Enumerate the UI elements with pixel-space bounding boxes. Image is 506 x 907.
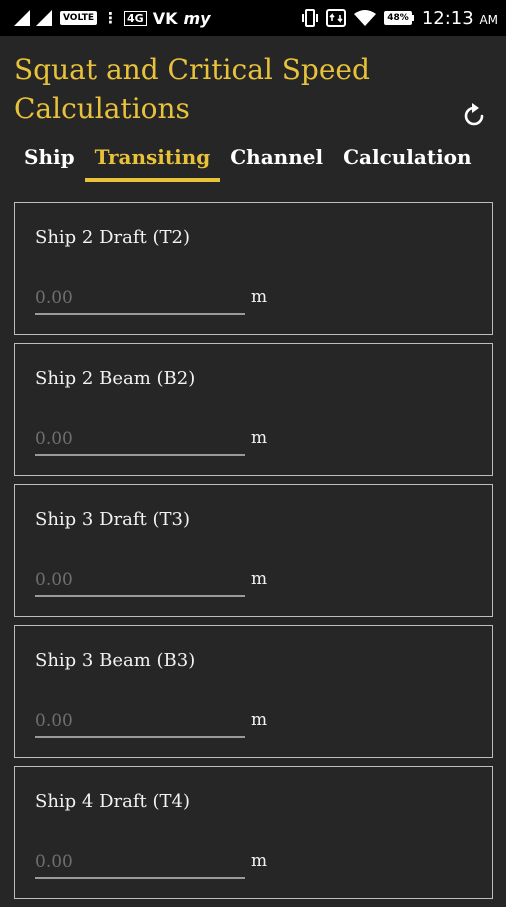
status-left: VOLTE ⋮ 4G VK my bbox=[14, 9, 302, 28]
wifi-icon bbox=[354, 10, 377, 26]
carrier-label: VK bbox=[152, 8, 178, 28]
field-label: Ship 4 Draft (T4) bbox=[35, 791, 190, 812]
field-card-ship3-beam: Ship 3 Beam (B3) m bbox=[14, 625, 493, 758]
clock-ampm: AM bbox=[479, 12, 498, 27]
field-card-ship2-draft: Ship 2 Draft (T2) m bbox=[14, 202, 493, 335]
unit-label: m bbox=[251, 851, 268, 871]
tab-channel[interactable]: Channel bbox=[220, 142, 333, 184]
tab-transiting[interactable]: Transiting bbox=[84, 142, 221, 184]
field-label: Ship 3 Draft (T3) bbox=[35, 509, 190, 530]
field-label: Ship 2 Draft (T2) bbox=[35, 227, 190, 248]
tab-calculation[interactable]: Calculation bbox=[333, 142, 481, 184]
field-label: Ship 2 Beam (B2) bbox=[35, 368, 196, 389]
ship3-draft-input[interactable] bbox=[35, 565, 245, 597]
unit-label: m bbox=[251, 287, 268, 307]
clock-time: 12:13 bbox=[421, 7, 474, 29]
vibrate-icon bbox=[302, 9, 319, 27]
status-right: 48% 12:13 AM bbox=[302, 8, 498, 29]
status-bar: VOLTE ⋮ 4G VK my 48% 12:13 AM bbox=[0, 0, 506, 36]
sim-badge: 4G bbox=[124, 10, 147, 26]
ship2-draft-input[interactable] bbox=[35, 283, 245, 315]
ship4-draft-input[interactable] bbox=[35, 847, 245, 879]
signal-icon bbox=[14, 10, 52, 26]
ship2-beam-input[interactable] bbox=[35, 424, 245, 456]
unit-label: m bbox=[251, 569, 268, 589]
battery-level: 48% bbox=[384, 11, 412, 25]
more-icon: ⋮ bbox=[103, 9, 118, 27]
tab-ship[interactable]: Ship bbox=[14, 142, 85, 184]
tab-bar: Ship Transiting Channel Calculation bbox=[14, 142, 482, 184]
app-badge: my bbox=[183, 8, 211, 28]
app-header: Squat and Critical Speed Calculations Sh… bbox=[0, 36, 506, 196]
field-card-ship2-beam: Ship 2 Beam (B2) m bbox=[14, 343, 493, 476]
unit-label: m bbox=[251, 428, 268, 448]
field-label: Ship 3 Beam (B3) bbox=[35, 650, 196, 671]
ship3-beam-input[interactable] bbox=[35, 706, 245, 738]
page-title: Squat and Critical Speed Calculations bbox=[14, 53, 370, 125]
refresh-icon bbox=[464, 103, 484, 126]
reset-button[interactable] bbox=[458, 100, 490, 132]
form-content: Ship 2 Draft (T2) m Ship 2 Beam (B2) m S… bbox=[14, 202, 493, 907]
volte-badge: VOLTE bbox=[60, 11, 97, 25]
field-card-ship3-draft: Ship 3 Draft (T3) m bbox=[14, 484, 493, 617]
network-arrows-icon bbox=[326, 9, 347, 27]
clock: 12:13 AM bbox=[422, 8, 498, 29]
battery-icon: 48% bbox=[384, 11, 414, 25]
field-card-ship4-draft: Ship 4 Draft (T4) m bbox=[14, 766, 493, 899]
unit-label: m bbox=[251, 710, 268, 730]
